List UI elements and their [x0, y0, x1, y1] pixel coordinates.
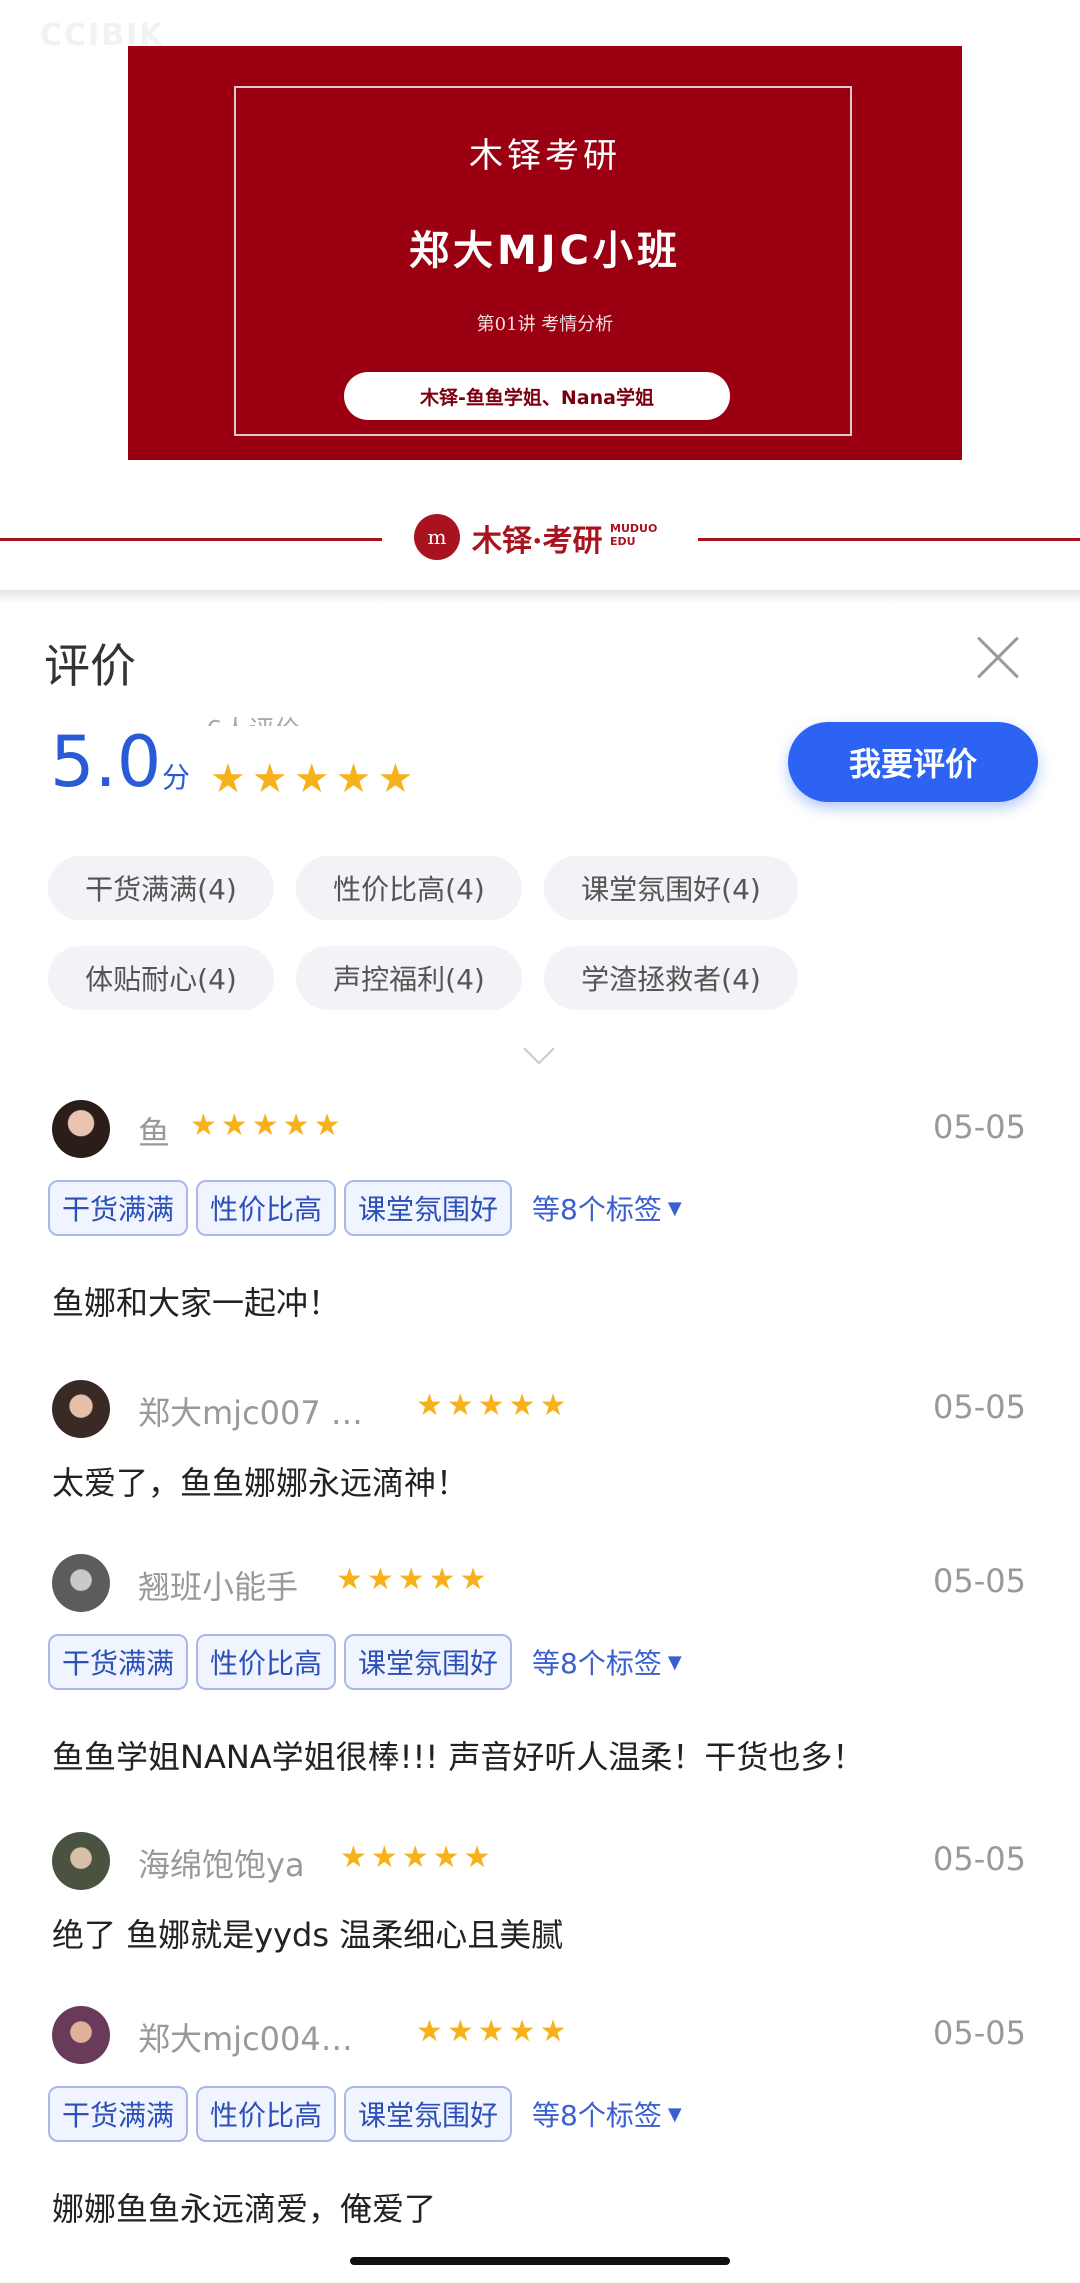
review-date: 05-05 — [933, 2014, 1026, 2052]
review-tags: 干货满满 性价比高 课堂氛围好 等8个标签 ▼ — [48, 1180, 682, 1240]
brand-logo-en-line1: MUDUO — [610, 522, 658, 535]
avatar[interactable] — [52, 2006, 110, 2064]
review-tags: 干货满满 性价比高 课堂氛围好 等8个标签 ▼ — [48, 1634, 682, 1694]
tag-chip[interactable]: 干货满满(4) — [48, 856, 274, 920]
review-tag: 性价比高 — [196, 1180, 337, 1236]
caret-down-icon: ▼ — [667, 1197, 682, 1219]
avatar[interactable] — [52, 1554, 110, 1612]
average-score: 5.0 — [50, 721, 162, 803]
review-text: 娜娜鱼鱼永远滴爱，俺爱了 — [52, 2190, 437, 2228]
review-text: 鱼娜和大家一起冲！ — [52, 1284, 341, 1322]
reviewer-name: 郑大mjc004… — [138, 2020, 353, 2058]
review-tag: 性价比高 — [196, 2086, 337, 2142]
summary-star-rating: ★★★★★ — [210, 756, 420, 802]
review-count: 6人评价 — [206, 710, 301, 726]
reviewer-name: 郑大mjc007 … — [138, 1394, 363, 1432]
review-tag: 性价比高 — [196, 1634, 337, 1690]
review-tag: 干货满满 — [48, 1180, 189, 1236]
review-item: 海绵饱饱ya ★★★★★ 05-05 绝了 鱼娜就是yyds 温柔细心且美腻 — [0, 1832, 1080, 1962]
slide-subtitle: 第01讲 考情分析 — [476, 314, 614, 335]
close-icon[interactable] — [974, 634, 1022, 682]
review-item: 鱼 ★★★★★ 05-05 干货满满 性价比高 课堂氛围好 等8个标签 ▼ 鱼娜和大家一… — [0, 1100, 1080, 1340]
review-text: 绝了 鱼娜就是yyds 温柔细心且美腻 — [52, 1916, 564, 1954]
caret-down-icon: ▼ — [667, 1651, 682, 1673]
tag-chip[interactable]: 课堂氛围好(4) — [544, 856, 798, 920]
review-date: 05-05 — [933, 1840, 1026, 1878]
slide-brand: 木铎考研 — [469, 136, 621, 176]
review-text: 太爱了，鱼鱼娜娜永远滴神！ — [52, 1464, 469, 1502]
avatar[interactable] — [52, 1832, 110, 1890]
review-item: 郑大mjc007 … ★★★★★ 05-05 太爱了，鱼鱼娜娜永远滴神！ — [0, 1380, 1080, 1510]
review-star-rating: ★★★★★ — [336, 1562, 491, 1597]
review-tag: 课堂氛围好 — [344, 2086, 513, 2142]
tag-chip[interactable]: 体贴耐心(4) — [48, 946, 274, 1010]
review-date: 05-05 — [933, 1388, 1026, 1426]
review-tag: 课堂氛围好 — [344, 1180, 513, 1236]
logo-divider-left — [0, 538, 382, 541]
caret-down-icon: ▼ — [667, 2103, 682, 2125]
sheet-shadow — [0, 590, 1080, 604]
more-tags-link[interactable]: 等8个标签 ▼ — [532, 1180, 682, 1236]
review-item: 郑大mjc004… ★★★★★ 05-05 干货满满 性价比高 课堂氛围好 等8个标签… — [0, 2006, 1080, 2246]
review-sheet-header: 评价 — [0, 604, 1080, 722]
course-cover[interactable]: CCIBIK 木铎考研 郑大MJC小班 第01讲 考情分析 木铎-鱼鱼学姐、Na… — [0, 0, 1080, 590]
more-tags-label: 等8个标签 — [532, 2099, 662, 2132]
more-tags-label: 等8个标签 — [532, 1647, 662, 1680]
review-star-rating: ★★★★★ — [416, 2014, 571, 2049]
rating-summary: 6人评价 5.0 分 ★★★★★ 我要评价 — [0, 716, 1080, 822]
reviewer-name: 翘班小能手 — [138, 1568, 299, 1606]
review-date: 05-05 — [933, 1108, 1026, 1146]
review-tag: 课堂氛围好 — [344, 1634, 513, 1690]
write-review-button[interactable]: 我要评价 — [788, 722, 1038, 802]
avatar[interactable] — [52, 1100, 110, 1158]
reviewer-name: 鱼 — [138, 1114, 171, 1152]
brand-logo-bar: m 木铎·考研 MUDUO EDU — [0, 510, 1080, 566]
brand-seal-icon: m — [414, 514, 460, 560]
brand-logo-en: MUDUO EDU — [610, 522, 657, 548]
logo-divider-right — [698, 538, 1080, 541]
review-tag: 干货满满 — [48, 2086, 189, 2142]
avatar[interactable] — [52, 1380, 110, 1438]
review-text: 鱼鱼学姐NANA学姐很棒!!! 声音好听人温柔！干货也多！ — [52, 1738, 865, 1776]
sheet-title: 评价 — [44, 639, 136, 693]
slide-title: 郑大MJC小班 — [408, 228, 682, 274]
review-star-rating: ★★★★★ — [190, 1108, 345, 1143]
review-tags: 干货满满 性价比高 课堂氛围好 等8个标签 ▼ — [48, 2086, 682, 2146]
tag-chip[interactable]: 声控福利(4) — [296, 946, 522, 1010]
more-tags-link[interactable]: 等8个标签 ▼ — [532, 1634, 682, 1690]
tag-chip[interactable]: 学渣拯救者(4) — [544, 946, 798, 1010]
review-item: 翘班小能手 ★★★★★ 05-05 干货满满 性价比高 课堂氛围好 等8个标签 ▼ 鱼鱼… — [0, 1554, 1080, 1794]
expand-tags-chevron-icon[interactable] — [524, 1042, 552, 1070]
home-indicator[interactable] — [350, 2257, 730, 2265]
slide-teachers-pill: 木铎-鱼鱼学姐、Nana学姐 — [344, 372, 730, 420]
brand-logo-en-line2: EDU — [610, 535, 636, 548]
review-star-rating: ★★★★★ — [340, 1840, 495, 1875]
cover-slide: 木铎考研 郑大MJC小班 第01讲 考情分析 木铎-鱼鱼学姐、Nana学姐 — [128, 46, 962, 460]
score-unit: 分 — [162, 761, 191, 794]
more-tags-link[interactable]: 等8个标签 ▼ — [532, 2086, 682, 2142]
reviewer-name: 海绵饱饱ya — [138, 1846, 305, 1884]
review-star-rating: ★★★★★ — [416, 1388, 571, 1423]
more-tags-label: 等8个标签 — [532, 1193, 662, 1226]
brand-logo-text: 木铎·考研 — [472, 524, 603, 559]
review-date: 05-05 — [933, 1562, 1026, 1600]
review-tag: 干货满满 — [48, 1634, 189, 1690]
tag-chip[interactable]: 性价比高(4) — [296, 856, 522, 920]
